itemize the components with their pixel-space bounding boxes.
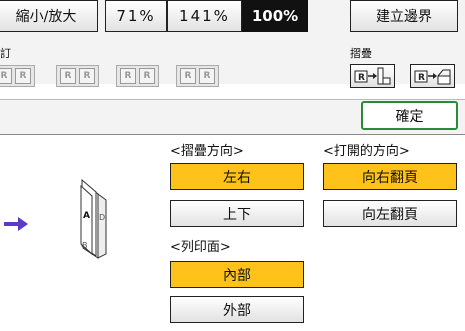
staple-option-3[interactable]: R R bbox=[116, 65, 159, 87]
arrow-icon bbox=[4, 217, 28, 231]
svg-text:B: B bbox=[82, 241, 88, 250]
staple-option-1[interactable]: R R bbox=[0, 65, 35, 87]
confirm-button[interactable]: 確定 bbox=[361, 101, 458, 130]
create-margin-button[interactable]: 建立邊界 bbox=[350, 0, 458, 32]
staple-page-icon: R bbox=[139, 68, 155, 84]
svg-text:A: A bbox=[83, 211, 90, 221]
zoom-141-button[interactable]: 141% bbox=[167, 0, 242, 32]
zoom-71-button[interactable]: 71% bbox=[105, 0, 167, 32]
staple-page-icon: R bbox=[60, 68, 76, 84]
fold-label: 摺疊 bbox=[350, 47, 372, 60]
staple-page-icon: R bbox=[15, 68, 31, 84]
open-right-button[interactable]: 向右翻頁 bbox=[323, 163, 457, 190]
fold-top-bottom-button[interactable]: 上下 bbox=[170, 200, 304, 227]
svg-text:R: R bbox=[358, 73, 365, 83]
fold-half-button[interactable]: R bbox=[350, 64, 395, 88]
print-outside-button[interactable]: 外部 bbox=[170, 296, 304, 323]
booklet-illustration: A D B bbox=[80, 178, 107, 259]
print-inside-button[interactable]: 內部 bbox=[170, 261, 304, 288]
zoom-100-button[interactable]: 100% bbox=[242, 0, 308, 32]
reduce-enlarge-button[interactable]: 縮小/放大 bbox=[0, 0, 98, 32]
open-left-button[interactable]: 向左翻頁 bbox=[323, 200, 457, 227]
fold-left-right-button[interactable]: 左右 bbox=[170, 163, 304, 190]
svg-text:R: R bbox=[418, 73, 425, 83]
staple-page-icon: R bbox=[0, 68, 12, 84]
fold-letter-button[interactable]: R bbox=[410, 64, 455, 88]
svg-text:D: D bbox=[99, 213, 105, 222]
staple-page-icon: R bbox=[199, 68, 215, 84]
print-side-title: <列印面> bbox=[170, 240, 231, 255]
fold-direction-title: <摺疊方向> bbox=[170, 144, 244, 159]
fold-letter-icon: R bbox=[414, 69, 450, 85]
staple-page-icon: R bbox=[120, 68, 136, 84]
open-direction-title: <打開的方向> bbox=[323, 144, 410, 159]
fold-half-icon: R bbox=[354, 67, 390, 85]
staple-page-icon: R bbox=[180, 68, 196, 84]
staple-option-2[interactable]: R R bbox=[56, 65, 99, 87]
staple-option-4[interactable]: R R bbox=[176, 65, 219, 87]
staple-label: 訂 bbox=[0, 47, 11, 60]
staple-page-icon: R bbox=[79, 68, 95, 84]
